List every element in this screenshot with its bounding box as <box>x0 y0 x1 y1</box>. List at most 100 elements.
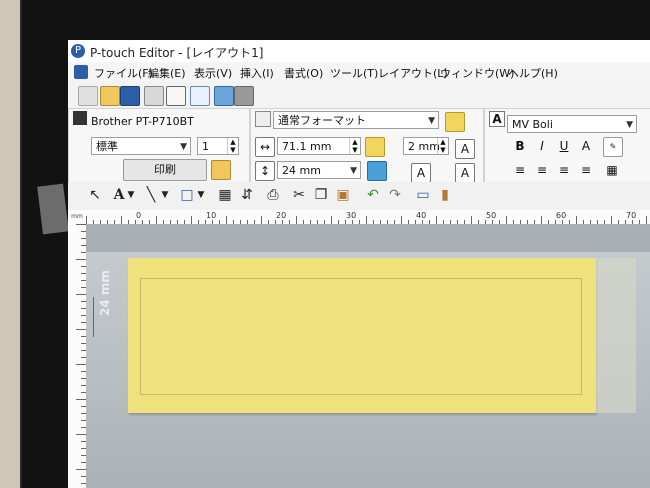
format-select[interactable]: 通常フォーマット ▼ <box>273 111 439 129</box>
ruler-tick <box>156 216 157 224</box>
format-value: 通常フォーマット <box>278 114 366 127</box>
chevron-down-icon: ▼ <box>350 166 357 176</box>
length-value: 71.1 mm <box>282 140 332 153</box>
spelling-icon[interactable] <box>190 86 210 106</box>
align-left-icon[interactable]: ≡ <box>511 161 529 179</box>
ruler-mark-30: 30 <box>346 211 357 220</box>
printer-panel: Brother PT-P710BT 標準 ▼ 1 ▲ ▼ 印刷 <box>68 108 250 184</box>
length-field[interactable]: 71.1 mm ▲ ▼ <box>277 137 361 155</box>
stepper-icon[interactable]: ▲ ▼ <box>227 138 238 154</box>
arrange-icon[interactable]: ⇵ <box>238 186 256 204</box>
ruler-tick <box>576 216 577 224</box>
italic-button[interactable]: I <box>533 137 551 155</box>
table-tool-icon[interactable]: ▦ <box>216 186 234 204</box>
frame-icon[interactable]: A <box>411 163 431 183</box>
select-tool-icon[interactable]: ↖ <box>86 186 104 204</box>
window-icon[interactable]: ▭ <box>414 186 432 204</box>
auto-length-icon[interactable] <box>365 137 385 157</box>
ruler-tick <box>191 216 192 224</box>
ruler-tick <box>436 216 437 224</box>
database-icon[interactable]: ▮ <box>436 186 454 204</box>
shape-tool-icon[interactable]: □ <box>178 186 196 204</box>
app-logo-icon: P <box>71 44 85 58</box>
ruler-tick <box>76 294 86 295</box>
vertical-ruler <box>68 224 87 488</box>
copies-spinbox[interactable]: 1 ▲ ▼ <box>197 137 239 155</box>
style-icon[interactable]: ✎ <box>603 137 623 157</box>
print-mode-select[interactable]: 標準 ▼ <box>91 137 191 155</box>
chevron-down-icon[interactable]: ▼ <box>160 186 170 204</box>
ruler-tick <box>471 216 472 224</box>
undo-icon[interactable]: ↶ <box>364 186 382 204</box>
line-tool-icon[interactable]: ╲ <box>142 186 160 204</box>
cut-icon[interactable]: ✂ <box>290 186 308 204</box>
menu-insert[interactable]: 挿入(I) <box>240 65 274 81</box>
print-button[interactable]: 印刷 <box>123 159 207 181</box>
print-layout-icon[interactable]: ⎙ <box>264 186 282 204</box>
open-icon[interactable] <box>100 86 120 106</box>
margin-field[interactable]: 2 mm ▲ ▼ <box>403 137 449 155</box>
bold-button[interactable]: B <box>511 137 529 155</box>
menu-window[interactable]: ウィンドウ(W) <box>440 65 514 81</box>
ruler-tick <box>366 216 367 224</box>
justify-icon[interactable]: ≡ <box>577 161 595 179</box>
menu-file[interactable]: ファイル(F) <box>94 65 153 81</box>
ruler-tick <box>331 216 332 224</box>
copy-icon[interactable]: ❐ <box>312 186 330 204</box>
text-direction-icon[interactable]: A <box>455 163 475 183</box>
font-select[interactable]: MV Boli ▼ <box>507 115 637 133</box>
label-object[interactable] <box>128 258 596 413</box>
margin-icon[interactable]: A <box>455 139 475 159</box>
stepper-icon[interactable]: ▲ ▼ <box>349 138 360 154</box>
more-text-options-icon[interactable]: ▦ <box>603 161 621 179</box>
menu-help[interactable]: ヘルプ(H) <box>508 65 558 81</box>
ruler-mark-50: 50 <box>486 211 497 220</box>
menu-layout[interactable]: レイアウト(L) <box>378 65 448 81</box>
menu-tools[interactable]: ツール(T) <box>330 65 378 81</box>
menu-view[interactable]: 表示(V) <box>194 65 232 81</box>
print-options-icon[interactable] <box>211 160 231 180</box>
margin-value: 2 mm <box>408 140 440 153</box>
tape-width-select[interactable]: 24 mm ▼ <box>277 161 361 179</box>
tape-options-icon[interactable] <box>367 161 387 181</box>
window-title: P-touch Editor - [レイアウト1] <box>90 46 264 60</box>
ruler-tick <box>646 216 647 224</box>
align-center-icon[interactable]: ≡ <box>533 161 551 179</box>
chevron-down-icon[interactable]: ▼ <box>126 186 136 204</box>
menu-format[interactable]: 書式(O) <box>284 65 323 81</box>
printer-name: Brother PT-P710BT <box>91 115 194 128</box>
ruler-tick <box>86 216 87 224</box>
tape-width-icon: ↕ <box>255 161 275 181</box>
ruler-tick <box>506 216 507 224</box>
font-value: MV Boli <box>512 118 553 131</box>
print-mode-value: 標準 <box>96 140 118 153</box>
print-preview-icon[interactable] <box>166 86 186 106</box>
align-right-icon[interactable]: ≡ <box>555 161 573 179</box>
copies-value: 1 <box>202 140 209 153</box>
standard-toolbar <box>68 82 650 109</box>
redo-icon[interactable]: ↷ <box>386 186 404 204</box>
ruler-tick <box>76 469 86 470</box>
chevron-down-icon[interactable]: ▼ <box>196 186 206 204</box>
drawing-toolbar: ↖ A ▼ ╲ ▼ □ ▼ ▦ ⇵ ⎙ ✂ ❐ ▣ ↶ ↷ ▭ ▮ <box>68 182 650 211</box>
text-panel: A MV Boli ▼ B I U A ✎ ≡ ≡ ≡ ≡ ▦ <box>484 108 650 184</box>
underline-button[interactable]: U <box>555 137 573 155</box>
save-icon[interactable] <box>120 86 140 106</box>
menu-bar: ファイル(F) 編集(E) 表示(V) 挿入(I) 書式(O) ツール(T) レ… <box>68 62 650 82</box>
ruler-tick <box>541 216 542 224</box>
ruler-unit: mm <box>68 210 87 225</box>
app-menu-icon[interactable] <box>74 65 88 79</box>
ruler-mark-10: 10 <box>206 211 217 220</box>
database-icon[interactable] <box>214 86 234 106</box>
ruler-mark-60: 60 <box>556 211 567 220</box>
menu-edit[interactable]: 編集(E) <box>148 65 186 81</box>
paste-icon[interactable]: ▣ <box>334 186 352 204</box>
transfer-icon[interactable] <box>234 86 254 106</box>
text-effects-icon[interactable]: A <box>577 137 595 155</box>
stepper-icon[interactable]: ▲ ▼ <box>437 138 448 154</box>
print-icon[interactable] <box>144 86 164 106</box>
new-layout-icon[interactable] <box>78 86 98 106</box>
format-settings-icon[interactable] <box>445 112 465 132</box>
chevron-down-icon: ▼ <box>428 116 435 126</box>
format-panel-icon <box>255 111 271 127</box>
